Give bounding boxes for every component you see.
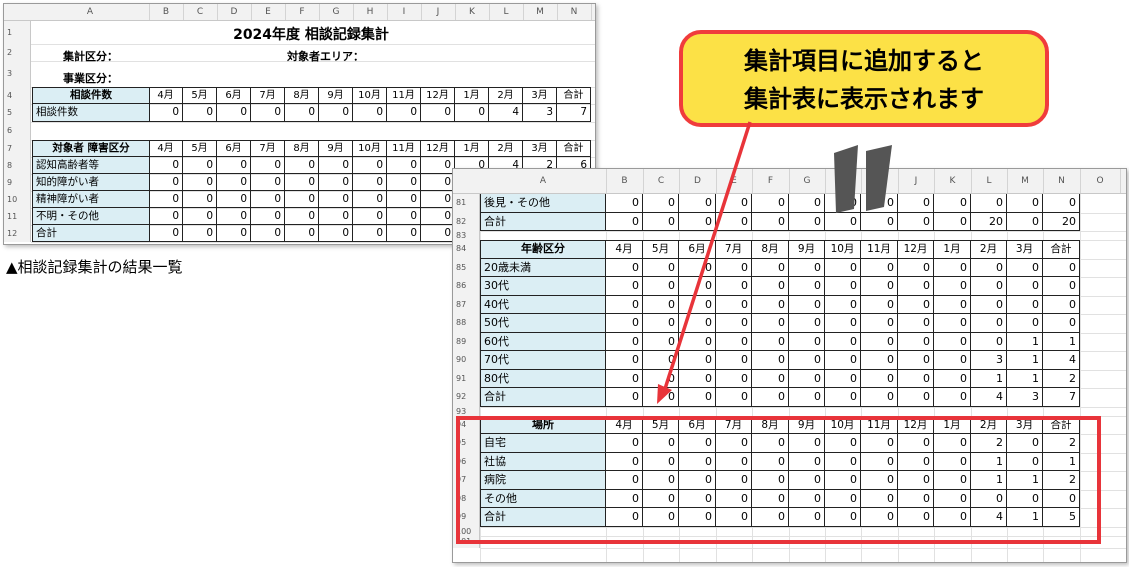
pointer-arrow-icon (657, 121, 752, 404)
quote-mark-icon (834, 145, 892, 213)
